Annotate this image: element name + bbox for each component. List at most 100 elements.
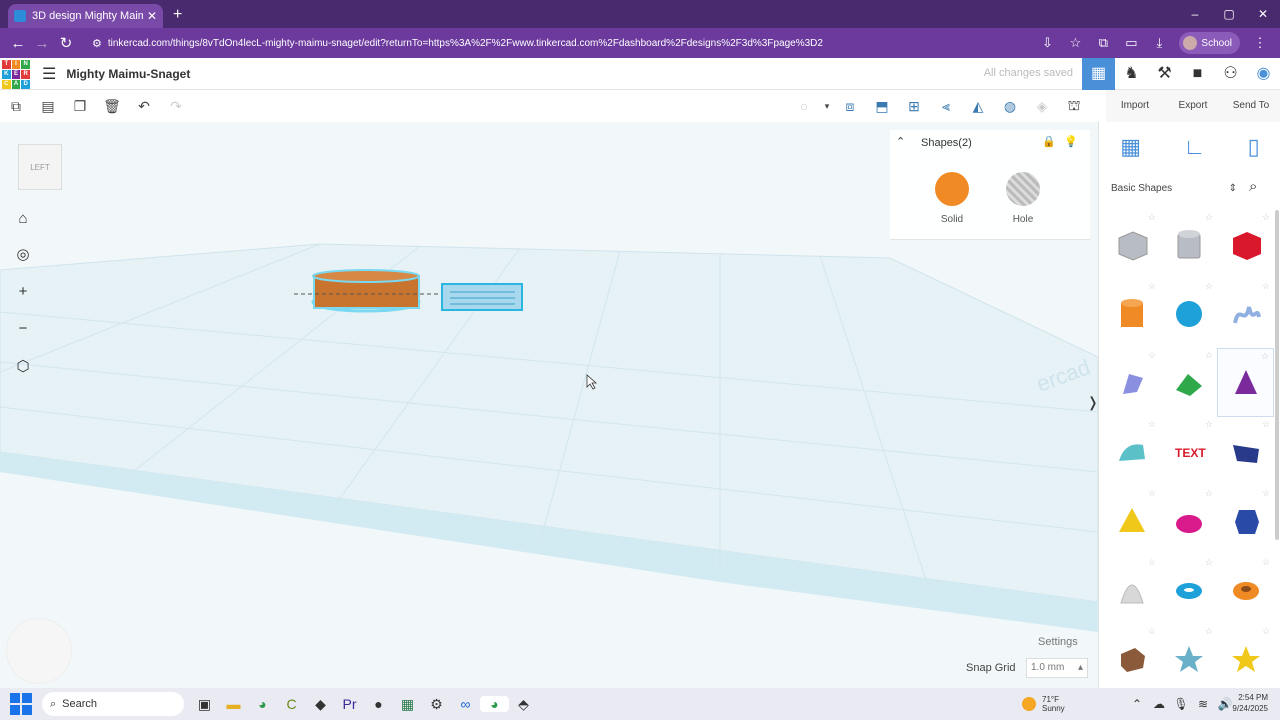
lock-icon[interactable]: 🔒 bbox=[1042, 135, 1056, 148]
workplane-canvas[interactable]: ercad LEFT ⌂ ◎ + − ⬡ ⌃ Shapes(2) 🔒 💡 Sol… bbox=[0, 122, 1098, 688]
chrome-active-icon[interactable]: ◕ bbox=[480, 696, 509, 712]
weather-widget[interactable]: 71°F Sunny bbox=[1022, 688, 1065, 720]
search-icon[interactable]: ⌕ bbox=[1249, 178, 1257, 195]
shape-tile-star[interactable]: ☆ bbox=[1160, 624, 1217, 693]
favorite-star-icon[interactable]: ☆ bbox=[1148, 350, 1156, 361]
bricks-icon[interactable]: ⚒ bbox=[1148, 58, 1181, 90]
settings-gear-icon[interactable]: ⚙ bbox=[422, 696, 451, 713]
shape-tile-scribble[interactable]: ☆ bbox=[1217, 279, 1274, 348]
maximize-button[interactable]: ▢ bbox=[1212, 0, 1246, 28]
app-c-icon[interactable]: C bbox=[277, 696, 306, 712]
3d-view-grid-icon[interactable]: ▦ bbox=[1082, 58, 1115, 90]
minimize-button[interactable]: – bbox=[1178, 0, 1212, 28]
shape-tile-sphere[interactable]: ☆ bbox=[1160, 279, 1217, 348]
zoom-in-icon[interactable]: + bbox=[12, 281, 34, 303]
meta-icon[interactable]: ∞ bbox=[451, 696, 480, 712]
group-icon[interactable]: ⧈ bbox=[834, 98, 866, 115]
ruler-angle-icon[interactable]: ∟ bbox=[1184, 134, 1206, 160]
wifi-icon[interactable]: ≋ bbox=[1192, 697, 1214, 711]
url-field[interactable]: ⚙ tinkercad.com/things/8vTdOn4lecL-might… bbox=[84, 32, 1027, 54]
shape-tile-box[interactable]: ☆ bbox=[1217, 210, 1274, 279]
paste-icon[interactable]: ▤ bbox=[32, 98, 64, 115]
network-icon[interactable]: ☁ bbox=[1148, 697, 1170, 711]
snap-grid-select[interactable]: 1.0 mm ▴ bbox=[1026, 658, 1088, 678]
collapse-chevron-icon[interactable]: ⌃ bbox=[896, 135, 905, 148]
favorite-star-icon[interactable]: ☆ bbox=[1148, 626, 1156, 637]
shape-tile-torus[interactable]: ☆ bbox=[1160, 555, 1217, 624]
back-icon[interactable]: ← bbox=[6, 35, 30, 52]
import-button[interactable]: Import bbox=[1106, 90, 1164, 122]
notes-icon[interactable]: ▯ bbox=[1248, 134, 1260, 160]
light-icon[interactable]: 💡 bbox=[1064, 135, 1078, 148]
close-window-button[interactable]: ✕ bbox=[1246, 0, 1280, 28]
duplicate-icon[interactable]: ❐ bbox=[64, 98, 96, 115]
tinkercad-logo[interactable]: T I N K E R C A D bbox=[2, 59, 30, 89]
bookmark-star-icon[interactable]: ☆ bbox=[1061, 35, 1089, 51]
shape-tile-polygon[interactable]: ☆ bbox=[1217, 486, 1274, 555]
panel-scrollbar[interactable] bbox=[1275, 210, 1279, 540]
favorite-star-icon[interactable]: ☆ bbox=[1205, 488, 1213, 499]
shape-tile-star-yellow[interactable]: ☆ bbox=[1217, 624, 1274, 693]
favorite-star-icon[interactable]: ☆ bbox=[1262, 281, 1270, 292]
grid-icon[interactable]: ▦ bbox=[1120, 134, 1141, 160]
extensions-icon[interactable]: ⧉ bbox=[1089, 35, 1117, 51]
premiere-icon[interactable]: Pr bbox=[335, 696, 364, 712]
forward-icon[interactable]: → bbox=[30, 35, 54, 52]
shape-tile-pyramid[interactable]: ☆ bbox=[1103, 486, 1160, 555]
export-button[interactable]: Export bbox=[1164, 90, 1222, 122]
favorite-star-icon[interactable]: ☆ bbox=[1262, 212, 1270, 223]
invite-user-icon[interactable]: ⚇ bbox=[1214, 58, 1247, 90]
sidepanel-icon[interactable]: ▭ bbox=[1117, 35, 1145, 51]
redo-icon[interactable]: ↷ bbox=[160, 98, 192, 115]
hole-swatch[interactable] bbox=[1006, 172, 1040, 206]
browser-tab[interactable]: 3D design Mighty Maimu-Snag ✕ bbox=[8, 4, 163, 28]
fit-view-icon[interactable]: ◎ bbox=[12, 244, 34, 266]
favorite-star-icon[interactable]: ☆ bbox=[1148, 281, 1156, 292]
ungroup-icon[interactable]: ⬒ bbox=[866, 98, 898, 115]
light-dropdown-icon[interactable]: ▾ bbox=[820, 101, 834, 112]
workplane-align-icon[interactable]: ⫷ bbox=[930, 98, 962, 115]
mic-icon[interactable]: 🎙 bbox=[1170, 697, 1192, 711]
favorite-star-icon[interactable]: ☆ bbox=[1262, 488, 1270, 499]
favorite-star-icon[interactable]: ☆ bbox=[1148, 557, 1156, 568]
chrome-icon[interactable]: ◕ bbox=[248, 696, 277, 712]
file-explorer-icon[interactable]: ▬ bbox=[219, 696, 248, 712]
shape-category-select[interactable]: Basic Shapes ⇕ bbox=[1107, 178, 1239, 200]
taskbar-search[interactable]: ⌕ Search bbox=[42, 692, 184, 716]
settings-link[interactable]: Settings bbox=[1038, 636, 1078, 648]
copy-icon[interactable]: ⧉ bbox=[0, 98, 32, 115]
solid-swatch[interactable] bbox=[935, 172, 969, 206]
favorite-star-icon[interactable]: ☆ bbox=[1148, 488, 1156, 499]
shape-tile-ring[interactable]: ☆ bbox=[1103, 624, 1160, 693]
shape-tile-cylinder[interactable]: ☆ bbox=[1103, 279, 1160, 348]
shape-tile-half-sphere[interactable]: ☆ bbox=[1160, 486, 1217, 555]
navigation-orb[interactable] bbox=[6, 618, 72, 684]
view-cube[interactable]: LEFT bbox=[18, 144, 62, 190]
calculator-icon[interactable]: ▦ bbox=[393, 696, 422, 713]
zoom-out-icon[interactable]: − bbox=[12, 318, 34, 340]
shape-tile-round-roof[interactable]: ☆ bbox=[1103, 417, 1160, 486]
favorite-star-icon[interactable]: ☆ bbox=[1205, 212, 1213, 223]
favorite-star-icon[interactable]: ☆ bbox=[1148, 419, 1156, 430]
shape-tile-cylinder-hole[interactable]: ☆ bbox=[1160, 210, 1217, 279]
site-info-icon[interactable]: ⚙ bbox=[92, 37, 102, 50]
tray-chevron-icon[interactable]: ⌃ bbox=[1126, 697, 1148, 711]
user-avatar-icon[interactable]: ◉ bbox=[1247, 58, 1280, 90]
shape-tile-box-hole[interactable]: ☆ bbox=[1103, 210, 1160, 279]
task-view-icon[interactable]: ▣ bbox=[190, 696, 219, 713]
favorite-star-icon[interactable]: ☆ bbox=[1205, 350, 1213, 361]
favorite-star-icon[interactable]: ☆ bbox=[1205, 557, 1213, 568]
new-tab-button[interactable]: + bbox=[173, 6, 182, 24]
perspective-icon[interactable]: ⬡ bbox=[12, 356, 34, 378]
favorite-star-icon[interactable]: ☆ bbox=[1205, 281, 1213, 292]
shape-tile-wedge[interactable]: ☆ bbox=[1217, 417, 1274, 486]
shape-tile-paraboloid[interactable]: ☆ bbox=[1103, 555, 1160, 624]
shape-tile-shape-generator[interactable]: ☆ bbox=[1103, 348, 1160, 417]
shape-tile-roof[interactable]: ☆ bbox=[1160, 348, 1217, 417]
blocks-icon[interactable]: ♞ bbox=[1115, 58, 1148, 90]
shape-tile-cone[interactable]: ☆ bbox=[1217, 348, 1274, 417]
app-misc-icon[interactable]: ⬘ bbox=[509, 696, 538, 713]
install-icon[interactable]: ⇩ bbox=[1033, 35, 1061, 51]
shape-tile-text[interactable]: TEXT ☆ bbox=[1160, 417, 1217, 486]
favorite-star-icon[interactable]: ☆ bbox=[1205, 419, 1213, 430]
